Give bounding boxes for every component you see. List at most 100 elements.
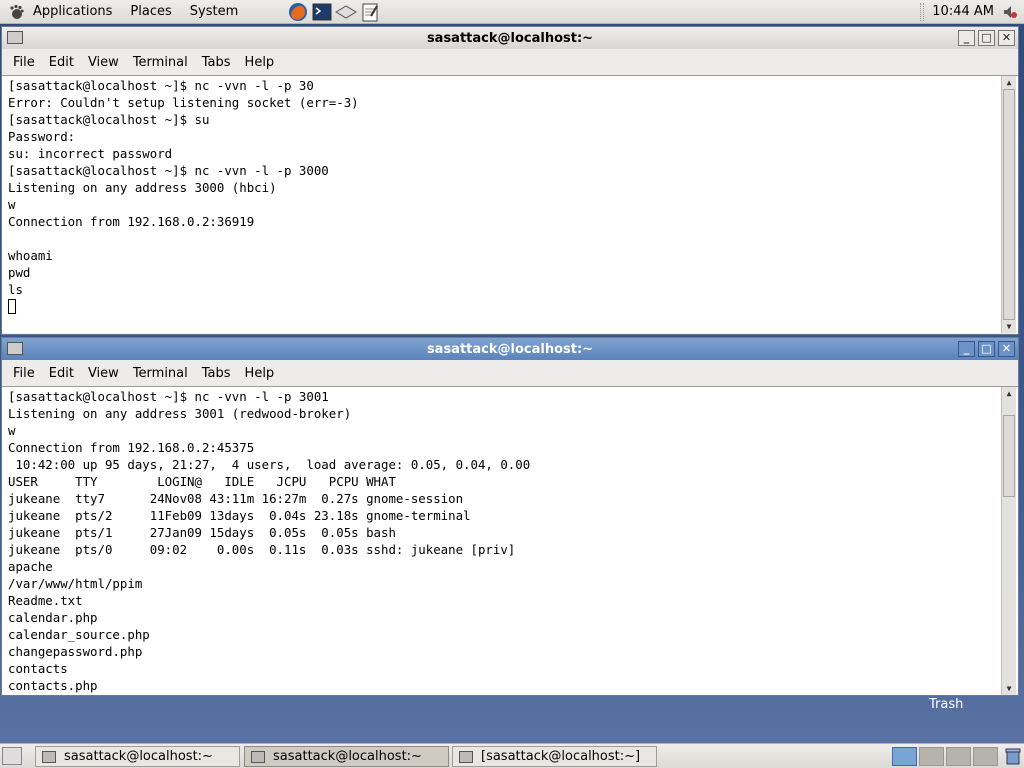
firefox-icon[interactable] [287, 2, 309, 22]
scroll-down-icon[interactable]: ▼ [1002, 320, 1016, 333]
terminal-line: su: incorrect password [8, 146, 173, 161]
minimize-button[interactable]: _ [958, 30, 975, 46]
terminal-output[interactable]: [sasattack@localhost ~]$ nc -vvn -l -p 3… [2, 75, 1018, 333]
applications-menu[interactable]: Applications [24, 0, 121, 24]
menu-file[interactable]: File [6, 55, 42, 70]
terminal-task-icon [459, 750, 473, 763]
window-title: sasattack@localhost:~ [426, 30, 594, 46]
window-title: sasattack@localhost:~ [426, 341, 594, 357]
close-button[interactable]: ✕ [998, 30, 1015, 46]
terminal-line: 10:42:00 up 95 days, 21:27, 4 users, loa… [8, 457, 531, 472]
menu-terminal[interactable]: Terminal [126, 55, 195, 70]
maximize-button[interactable]: □ [978, 341, 995, 357]
top-panel: Applications Places System 10:44 AM [0, 0, 1024, 24]
menu-tabs[interactable]: Tabs [195, 55, 238, 70]
menu-terminal[interactable]: Terminal [126, 366, 195, 381]
terminal-line: /var/www/html/ppim [8, 576, 143, 591]
menu-edit[interactable]: Edit [42, 366, 81, 381]
scroll-up-icon[interactable]: ▲ [1002, 387, 1016, 400]
scrollbar-thumb[interactable] [1003, 89, 1015, 320]
scrollbar[interactable]: ▲ ▼ [1001, 387, 1016, 695]
workspace-switcher [892, 747, 998, 766]
clock[interactable]: 10:44 AM [932, 0, 994, 24]
terminal-line: Listening on any address 3000 (hbci) [8, 180, 277, 195]
taskbar-item[interactable]: [sasattack@localhost:~] [452, 746, 657, 767]
menu-help[interactable]: Help [238, 55, 282, 70]
taskbar-item-label: [sasattack@localhost:~] [481, 749, 641, 764]
terminal-line: [sasattack@localhost ~]$ su [8, 112, 210, 127]
workspace-1[interactable] [892, 747, 917, 766]
workspace-2[interactable] [919, 747, 944, 766]
terminal-line: changepassword.php [8, 644, 143, 659]
terminal-window-top: sasattack@localhost:~ _ □ ✕ File Edit Vi… [1, 26, 1019, 335]
menu-view[interactable]: View [81, 55, 126, 70]
terminal-line: Readme.txt [8, 593, 83, 608]
terminal-line: jukeane tty7 24Nov08 43:11m 16:27m 0.27s… [8, 491, 464, 506]
terminal-cursor-line [8, 298, 1018, 315]
terminal-line: [sasattack@localhost ~]$ nc -vvn -l -p 3… [8, 163, 329, 178]
volume-icon[interactable] [1002, 4, 1018, 20]
places-menu[interactable]: Places [121, 0, 180, 24]
taskbar-item-label: sasattack@localhost:~ [273, 749, 422, 764]
terminal-line: w [8, 423, 16, 438]
terminal-line: contacts.php [8, 678, 98, 693]
terminal-output[interactable]: [sasattack@localhost ~]$ nc -vvn -l -p 3… [2, 386, 1018, 695]
terminal-task-icon [42, 750, 56, 763]
menubar: File Edit View Terminal Tabs Help [2, 49, 1018, 75]
terminal-line: jukeane pts/2 11Feb09 13days 0.04s 23.18… [8, 508, 471, 523]
terminal-window-icon[interactable] [7, 342, 23, 355]
terminal-line: Connection from 192.168.0.2:45375 [8, 440, 255, 455]
menubar: File Edit View Terminal Tabs Help [2, 360, 1018, 386]
menu-file[interactable]: File [6, 366, 42, 381]
text-editor-icon[interactable] [359, 2, 381, 22]
close-button[interactable]: ✕ [998, 341, 1015, 357]
workspace-3[interactable] [946, 747, 971, 766]
menu-help[interactable]: Help [238, 366, 282, 381]
terminal-line: Password: [8, 129, 76, 144]
terminal-line: w [8, 197, 16, 212]
bottom-panel: sasattack@localhost:~ sasattack@localhos… [0, 743, 1024, 768]
trash-icon[interactable] [1004, 747, 1022, 765]
text-cursor [8, 299, 16, 314]
terminal-line: whoami [8, 248, 53, 263]
terminal-line: jukeane pts/0 09:02 0.00s 0.11s 0.03s ss… [8, 542, 516, 557]
terminal-line: contacts [8, 661, 68, 676]
scroll-down-icon[interactable]: ▼ [1002, 682, 1016, 695]
terminal-window-icon[interactable] [7, 31, 23, 44]
terminal-line: jukeane pts/1 27Jan09 15days 0.05s 0.05s… [8, 525, 396, 540]
terminal-line: [sasattack@localhost ~]$ nc -vvn -l -p 3… [8, 389, 329, 404]
terminal-line: calendar_source.php [8, 627, 150, 642]
scrollbar-thumb[interactable] [1003, 415, 1015, 497]
trash-desktop-label[interactable]: Trash [929, 697, 963, 712]
menu-tabs[interactable]: Tabs [195, 366, 238, 381]
menu-view[interactable]: View [81, 366, 126, 381]
terminal-line: [sasattack@localhost ~]$ nc -vvn -l -p 3… [8, 78, 314, 93]
taskbar-item-label: sasattack@localhost:~ [64, 749, 213, 764]
terminal-window-bottom: sasattack@localhost:~ _ □ ✕ File Edit Vi… [1, 337, 1019, 696]
terminal-line: pwd [8, 265, 31, 280]
maximize-button[interactable]: □ [978, 30, 995, 46]
taskbar-item[interactable]: sasattack@localhost:~ [35, 746, 240, 767]
terminal-line: Error: Couldn't setup listening socket (… [8, 95, 359, 110]
terminal-line: USER TTY LOGIN@ IDLE JCPU PCPU WHAT [8, 474, 396, 489]
terminal-line: calendar.php [8, 610, 98, 625]
gnome-foot-icon[interactable] [8, 4, 24, 20]
window-titlebar[interactable]: sasattack@localhost:~ _ □ ✕ [2, 338, 1018, 360]
panel-separator [920, 3, 924, 21]
mail-icon[interactable] [335, 2, 358, 22]
menu-edit[interactable]: Edit [42, 55, 81, 70]
scrollbar[interactable]: ▲ ▼ [1001, 76, 1016, 333]
system-menu[interactable]: System [181, 0, 247, 24]
taskbar-item-active[interactable]: sasattack@localhost:~ [244, 746, 449, 767]
scroll-up-icon[interactable]: ▲ [1002, 76, 1016, 89]
terminal-line: apache [8, 559, 53, 574]
window-titlebar[interactable]: sasattack@localhost:~ _ □ ✕ [2, 27, 1018, 49]
minimize-button[interactable]: _ [958, 341, 975, 357]
show-desktop-icon[interactable] [2, 747, 22, 765]
terminal-task-icon [251, 750, 265, 763]
terminal-launcher-icon[interactable] [311, 2, 333, 22]
terminal-line: ls [8, 282, 23, 297]
workspace-4[interactable] [973, 747, 998, 766]
terminal-line: Connection from 192.168.0.2:36919 [8, 214, 255, 229]
